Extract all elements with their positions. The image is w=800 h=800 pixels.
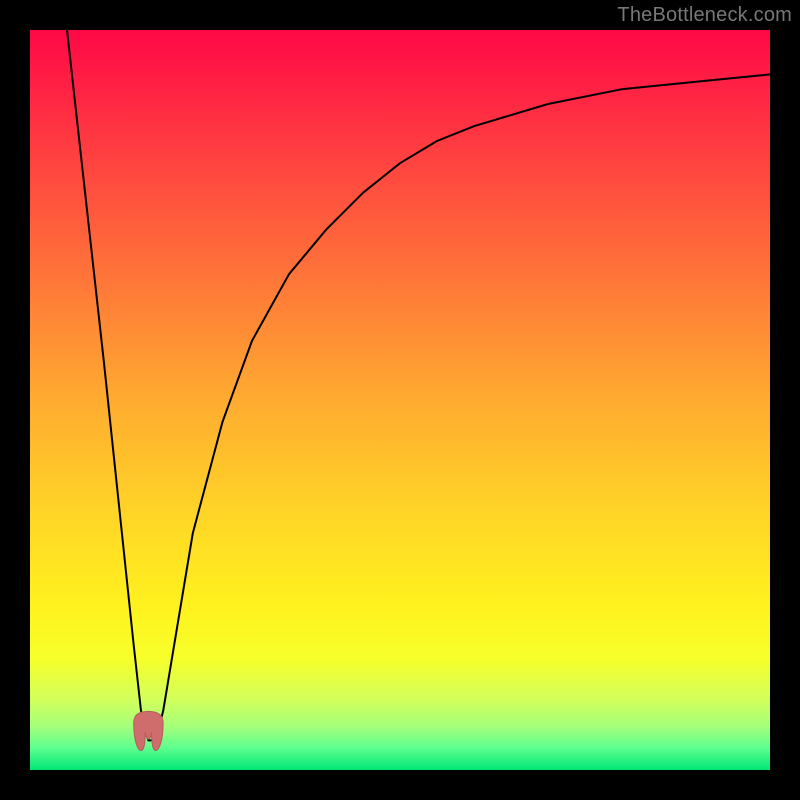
bottleneck-curve (30, 30, 770, 770)
watermark-label: TheBottleneck.com (617, 4, 792, 27)
plot-area (30, 30, 770, 770)
chart-frame: TheBottleneck.com (0, 0, 800, 800)
